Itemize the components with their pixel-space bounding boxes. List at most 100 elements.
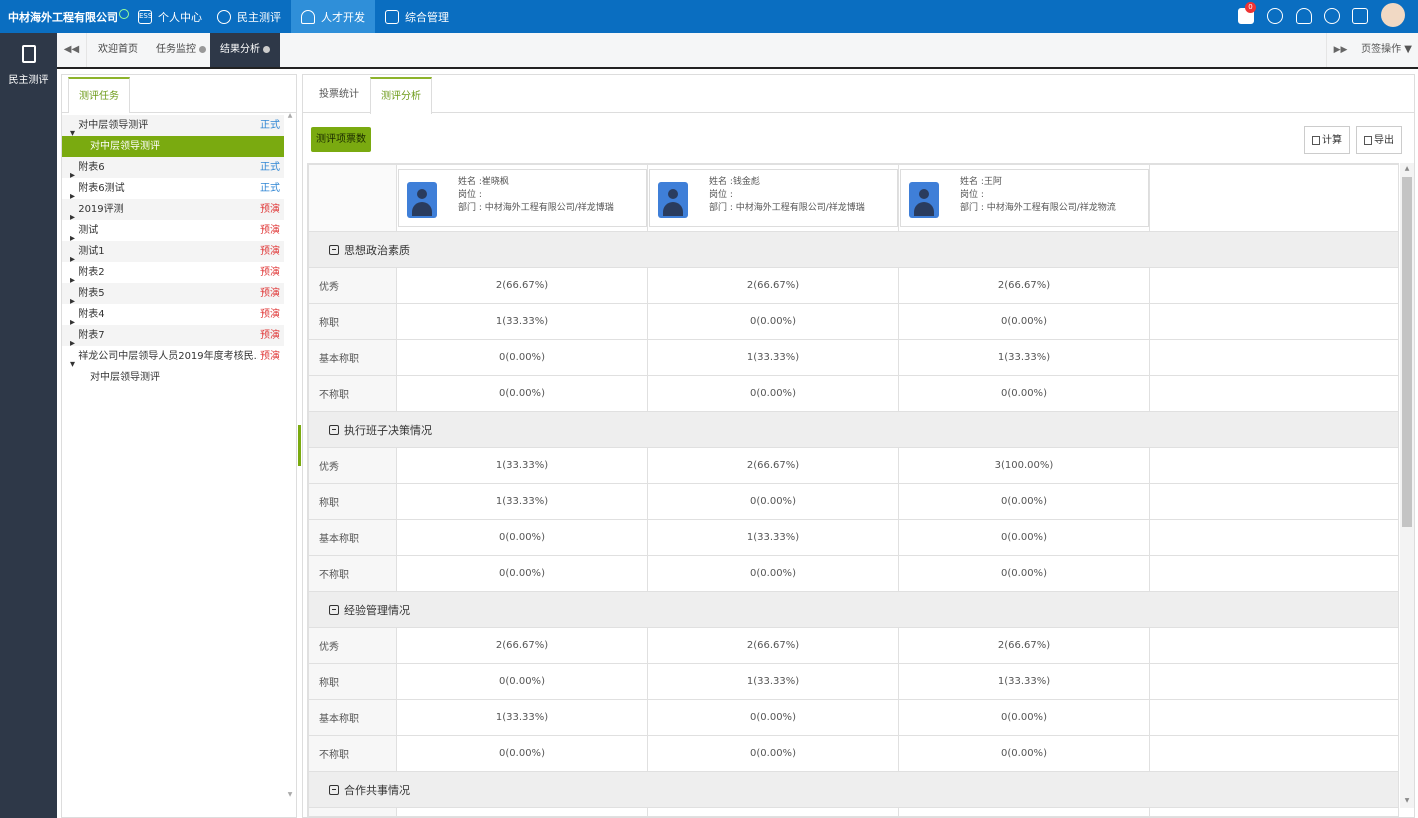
tree-item[interactable]: ▸ 测试1 预演 bbox=[62, 241, 284, 265]
section-header[interactable]: 经验管理情况 bbox=[308, 591, 1398, 628]
grid-scrollbar[interactable]: ▲ ▼ bbox=[1400, 163, 1414, 808]
table-row: 优秀 1(33.33%) 2(66.67%) 3(100.00%) bbox=[308, 447, 1398, 484]
status-badge: 正式 bbox=[260, 120, 280, 131]
person-card[interactable]: 姓名 :钱金彪 岗位 : 部门 : 中材海外工程有限公司/祥龙博瑞 bbox=[649, 169, 898, 227]
monitor-icon bbox=[385, 9, 399, 24]
collapse-icon[interactable] bbox=[329, 784, 339, 795]
close-tab-icon[interactable] bbox=[199, 45, 206, 53]
tree-item-label: 祥龙公司中层领导人员2019年度考核民... bbox=[78, 351, 259, 362]
vote-cell: 0(0.00%) bbox=[898, 483, 1150, 520]
vote-cell: 0(0.00%) bbox=[396, 375, 648, 412]
vote-cell: 3(100.00%) bbox=[898, 447, 1150, 484]
tree-item[interactable]: ▾ 对中层领导测评 正式 bbox=[62, 115, 284, 139]
tab-welcome[interactable]: 欢迎首页 bbox=[88, 33, 148, 67]
table-row: 不称职 0(0.00%) 0(0.00%) 0(0.00%) bbox=[308, 735, 1398, 772]
vote-cell bbox=[396, 807, 648, 816]
person-info: 姓名 :崔晓枫 岗位 : 部门 : 中材海外工程有限公司/祥龙博瑞 bbox=[458, 176, 614, 215]
person-dept: 部门 : 中材海外工程有限公司/祥龙物流 bbox=[960, 203, 1116, 213]
person-card[interactable]: 姓名 :王阿 岗位 : 部门 : 中材海外工程有限公司/祥龙物流 bbox=[900, 169, 1149, 227]
avatar[interactable] bbox=[1381, 3, 1405, 27]
section-row: 合作共事情况 bbox=[308, 771, 1398, 808]
scroll-down-icon[interactable]: ▼ bbox=[284, 791, 296, 798]
tab-evaluation-analysis[interactable]: 测评分析 bbox=[370, 77, 432, 114]
help-icon[interactable] bbox=[1324, 8, 1340, 24]
table-row: 不称职 0(0.00%) 0(0.00%) 0(0.00%) bbox=[308, 375, 1398, 412]
scroll-up-icon[interactable]: ▲ bbox=[1400, 165, 1414, 172]
ess-icon: ESS bbox=[138, 9, 152, 24]
scroll-tabs-right-icon[interactable]: ▶▶ bbox=[1326, 33, 1354, 67]
status-badge: 预演 bbox=[260, 288, 280, 299]
nav-personal-center[interactable]: ESS 个人中心 bbox=[128, 0, 212, 33]
tree-item[interactable]: ▸ 附表4 预演 bbox=[62, 304, 284, 328]
person-dept: 部门 : 中材海外工程有限公司/祥龙博瑞 bbox=[458, 203, 614, 213]
tree-item[interactable]: ▸ 2019评测 预演 bbox=[62, 199, 284, 223]
empty-cell bbox=[1149, 375, 1398, 412]
section-header[interactable]: 执行班子决策情况 bbox=[308, 411, 1398, 448]
tree-item[interactable]: ▸ 附表7 预演 bbox=[62, 325, 284, 349]
vote-cell: 0(0.00%) bbox=[647, 303, 899, 340]
tree-item[interactable]: ▸ 测试 预演 bbox=[62, 220, 284, 244]
clipboard-icon[interactable] bbox=[1352, 8, 1368, 24]
vote-cell: 0(0.00%) bbox=[647, 555, 899, 592]
task-tree-scrollbar[interactable]: ▲ ▼ bbox=[284, 112, 296, 804]
scroll-up-icon[interactable]: ▲ bbox=[284, 112, 296, 119]
section-header[interactable]: 合作共事情况 bbox=[308, 771, 1398, 808]
tab-task-monitor[interactable]: 任务监控 bbox=[146, 33, 216, 67]
vote-cell: 0(0.00%) bbox=[647, 735, 899, 772]
section-header[interactable]: 思想政治素质 bbox=[308, 231, 1398, 268]
header-corner-cell bbox=[308, 164, 397, 232]
scroll-down-icon[interactable]: ▼ bbox=[1400, 797, 1414, 804]
vote-cell: 0(0.00%) bbox=[396, 339, 648, 376]
nav-democratic-evaluation[interactable]: 民主测评 bbox=[207, 0, 291, 33]
vote-cell: 0(0.00%) bbox=[396, 555, 648, 592]
collapse-icon[interactable] bbox=[329, 244, 339, 255]
calculator-icon bbox=[1312, 135, 1320, 145]
sidebar-item-label: 民主测评 bbox=[8, 75, 49, 86]
status-badge: 正式 bbox=[260, 162, 280, 173]
item-vote-count-button[interactable]: 测评项票数 bbox=[311, 127, 371, 152]
vote-cell bbox=[898, 807, 1150, 816]
tree-item-label: 附表6测试 bbox=[78, 183, 125, 194]
status-badge: 预演 bbox=[260, 267, 280, 278]
scrollbar-thumb[interactable] bbox=[1402, 177, 1412, 527]
tab-evaluation-tasks[interactable]: 测评任务 bbox=[68, 77, 130, 113]
page-ops-dropdown[interactable]: 页签操作 ▼ bbox=[1361, 33, 1412, 67]
tree-item[interactable]: 对中层领导测评 bbox=[62, 136, 284, 157]
person-card[interactable]: 姓名 :崔晓枫 岗位 : 部门 : 中材海外工程有限公司/祥龙博瑞 bbox=[398, 169, 647, 227]
collapse-icon[interactable] bbox=[329, 424, 339, 435]
tree-item[interactable]: ▸ 附表6测试 正式 bbox=[62, 178, 284, 202]
company-name[interactable]: 中材海外工程有限公司 bbox=[8, 9, 129, 25]
top-navigation-bar: 中材海外工程有限公司 ESS 个人中心 民主测评 人才开发 综合管理 0 bbox=[0, 0, 1418, 33]
panel-splitter[interactable] bbox=[298, 425, 301, 466]
scroll-tabs-left-icon[interactable]: ◀◀ bbox=[57, 33, 87, 67]
tree-item-label: 对中层领导测评 bbox=[90, 141, 160, 152]
export-button[interactable]: 导出 bbox=[1356, 126, 1402, 154]
vote-cell bbox=[647, 807, 899, 816]
message-box-icon[interactable]: 0 bbox=[1238, 2, 1256, 24]
nav-general-management[interactable]: 综合管理 bbox=[375, 0, 459, 33]
tab-result-analysis[interactable]: 结果分析 bbox=[210, 33, 280, 67]
vote-cell: 0(0.00%) bbox=[898, 555, 1150, 592]
vote-cell: 1(33.33%) bbox=[898, 663, 1150, 700]
tree-item[interactable]: 对中层领导测评 bbox=[62, 367, 284, 388]
nav-talent-development[interactable]: 人才开发 bbox=[291, 0, 375, 33]
tree-item[interactable]: ▸ 附表2 预演 bbox=[62, 262, 284, 286]
check-circle-icon[interactable] bbox=[1267, 8, 1283, 24]
calculate-button[interactable]: 计算 bbox=[1304, 126, 1350, 154]
tree-item[interactable]: ▸ 附表6 正式 bbox=[62, 157, 284, 181]
tab-label: 任务监控 bbox=[156, 44, 196, 55]
tree-item[interactable]: ▾ 祥龙公司中层领导人员2019年度考核民... 预演 bbox=[62, 346, 284, 370]
close-tab-icon[interactable] bbox=[263, 45, 270, 53]
rating-label: 基本称职 bbox=[308, 699, 397, 736]
avatar-body bbox=[914, 202, 934, 216]
sidebar-item-democratic-evaluation[interactable]: 民主测评 bbox=[0, 45, 57, 86]
tree-item[interactable]: ▸ 附表5 预演 bbox=[62, 283, 284, 307]
bell-icon[interactable] bbox=[1296, 8, 1312, 24]
person-name: 姓名 :崔晓枫 bbox=[458, 177, 509, 187]
collapse-icon[interactable] bbox=[329, 604, 339, 615]
rating-label: 基本称职 bbox=[308, 519, 397, 556]
table-row: 基本称职 0(0.00%) 1(33.33%) 0(0.00%) bbox=[308, 519, 1398, 556]
tab-vote-statistics[interactable]: 投票统计 bbox=[309, 77, 369, 113]
empty-cell bbox=[1149, 164, 1398, 232]
avatar-head bbox=[417, 189, 427, 199]
